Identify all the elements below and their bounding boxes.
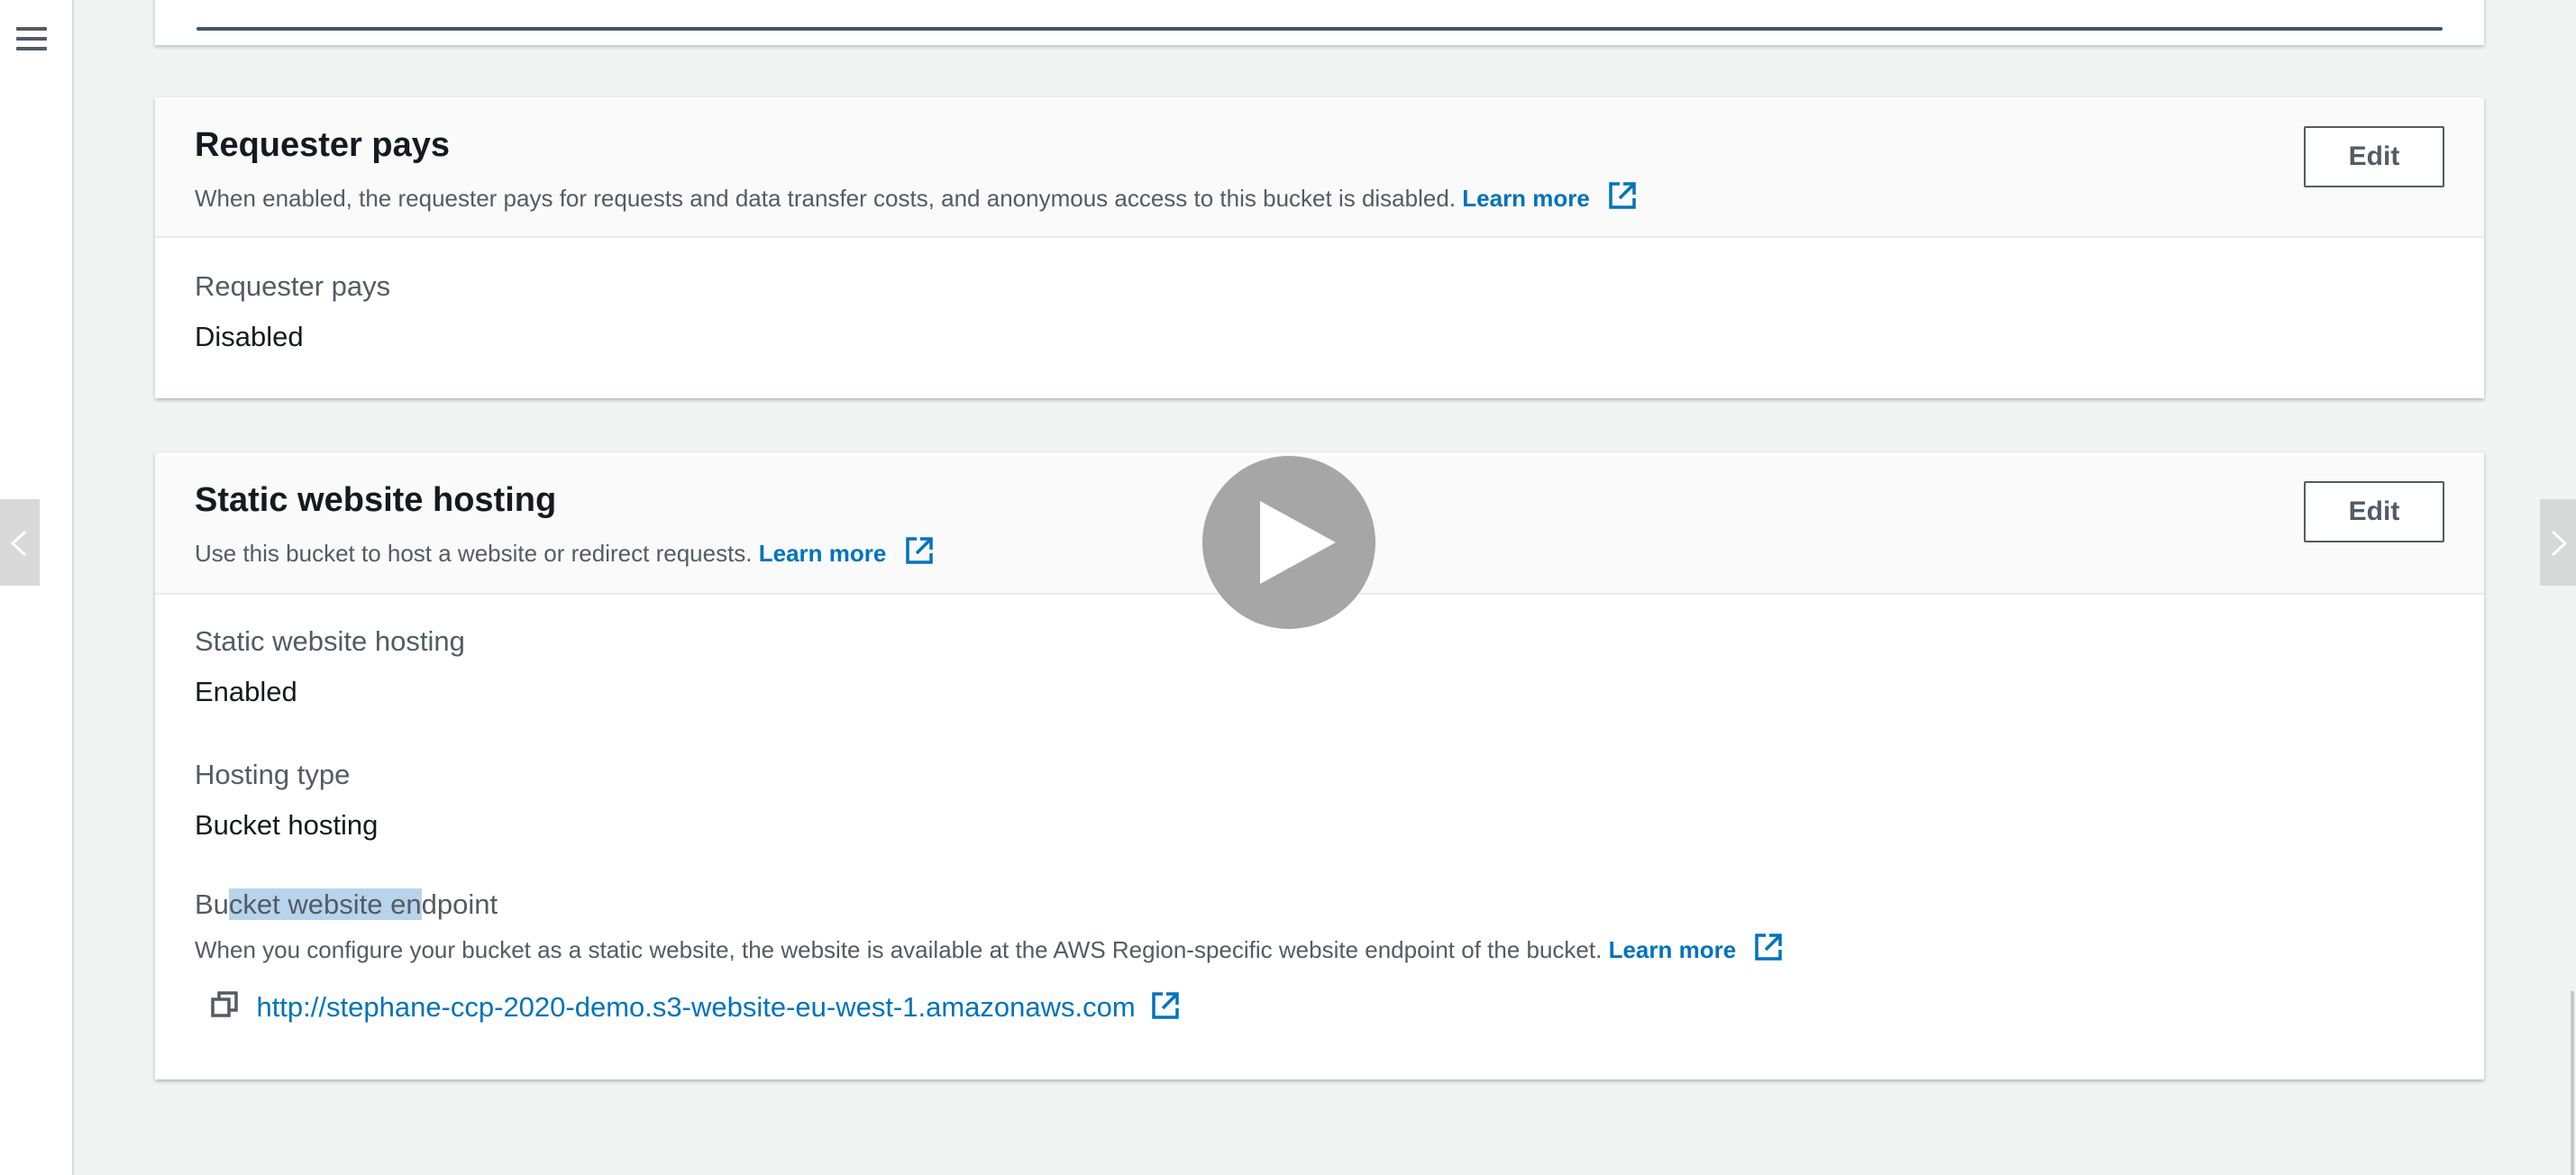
chevron-right-icon (2551, 530, 2568, 557)
previous-section-divider (196, 27, 2443, 31)
chevron-left-icon (10, 530, 27, 557)
static-hosting-description-text: Use this bucket to host a website or red… (195, 540, 753, 567)
requester-pays-field-value: Disabled (195, 321, 304, 352)
external-link-icon[interactable] (904, 535, 935, 572)
external-link-icon[interactable] (1753, 932, 1784, 969)
static-hosting-status-label: Static website hosting (195, 625, 465, 657)
previous-section-panel (155, 0, 2484, 45)
endpoint-label-selection: cket website en (228, 888, 422, 920)
requester-pays-panel: Requester pays When enabled, the request… (155, 97, 2484, 398)
previous-slide-button[interactable] (0, 499, 40, 586)
static-hosting-learn-more-link[interactable]: Learn more (759, 540, 887, 567)
endpoint-description: When you configure your bucket as a stat… (195, 932, 1784, 969)
external-link-icon[interactable] (1150, 990, 1181, 1025)
bucket-website-endpoint-label: Bucket website endpoint (195, 888, 498, 921)
next-slide-button[interactable] (2540, 499, 2576, 586)
requester-pays-learn-more-link[interactable]: Learn more (1462, 185, 1590, 212)
endpoint-url-row: http://stephane-ccp-2020-demo.s3-website… (209, 989, 1181, 1025)
static-hosting-edit-button[interactable]: Edit (2304, 481, 2444, 542)
scrollbar-thumb[interactable] (2571, 991, 2574, 1175)
copy-icon[interactable] (209, 989, 240, 1025)
app-root: Requester pays When enabled, the request… (0, 0, 2576, 1175)
static-hosting-status-value: Enabled (195, 676, 297, 707)
static-hosting-title: Static website hosting (195, 481, 557, 519)
bucket-website-endpoint-link[interactable]: http://stephane-ccp-2020-demo.s3-website… (256, 991, 1135, 1023)
requester-pays-field-label: Requester pays (195, 270, 391, 302)
requester-pays-description: When enabled, the requester pays for req… (195, 180, 1638, 217)
video-play-button[interactable] (1202, 456, 1375, 629)
endpoint-label-end: dpoint (421, 888, 498, 920)
nav-rail (0, 0, 74, 1175)
play-icon (1260, 501, 1336, 584)
requester-pays-title: Requester pays (195, 126, 451, 164)
endpoint-learn-more-link[interactable]: Learn more (1609, 936, 1737, 963)
external-link-icon[interactable] (1607, 180, 1638, 217)
hamburger-menu-icon[interactable] (16, 27, 47, 52)
hosting-type-label: Hosting type (195, 759, 351, 790)
endpoint-label-start: Bu (195, 888, 229, 920)
static-hosting-description: Use this bucket to host a website or red… (195, 535, 935, 572)
requester-pays-header: Requester pays When enabled, the request… (155, 97, 2484, 238)
requester-pays-description-text: When enabled, the requester pays for req… (195, 185, 1457, 212)
endpoint-description-text: When you configure your bucket as a stat… (195, 936, 1603, 963)
requester-pays-edit-button[interactable]: Edit (2304, 126, 2444, 187)
hosting-type-value: Bucket hosting (195, 809, 379, 841)
